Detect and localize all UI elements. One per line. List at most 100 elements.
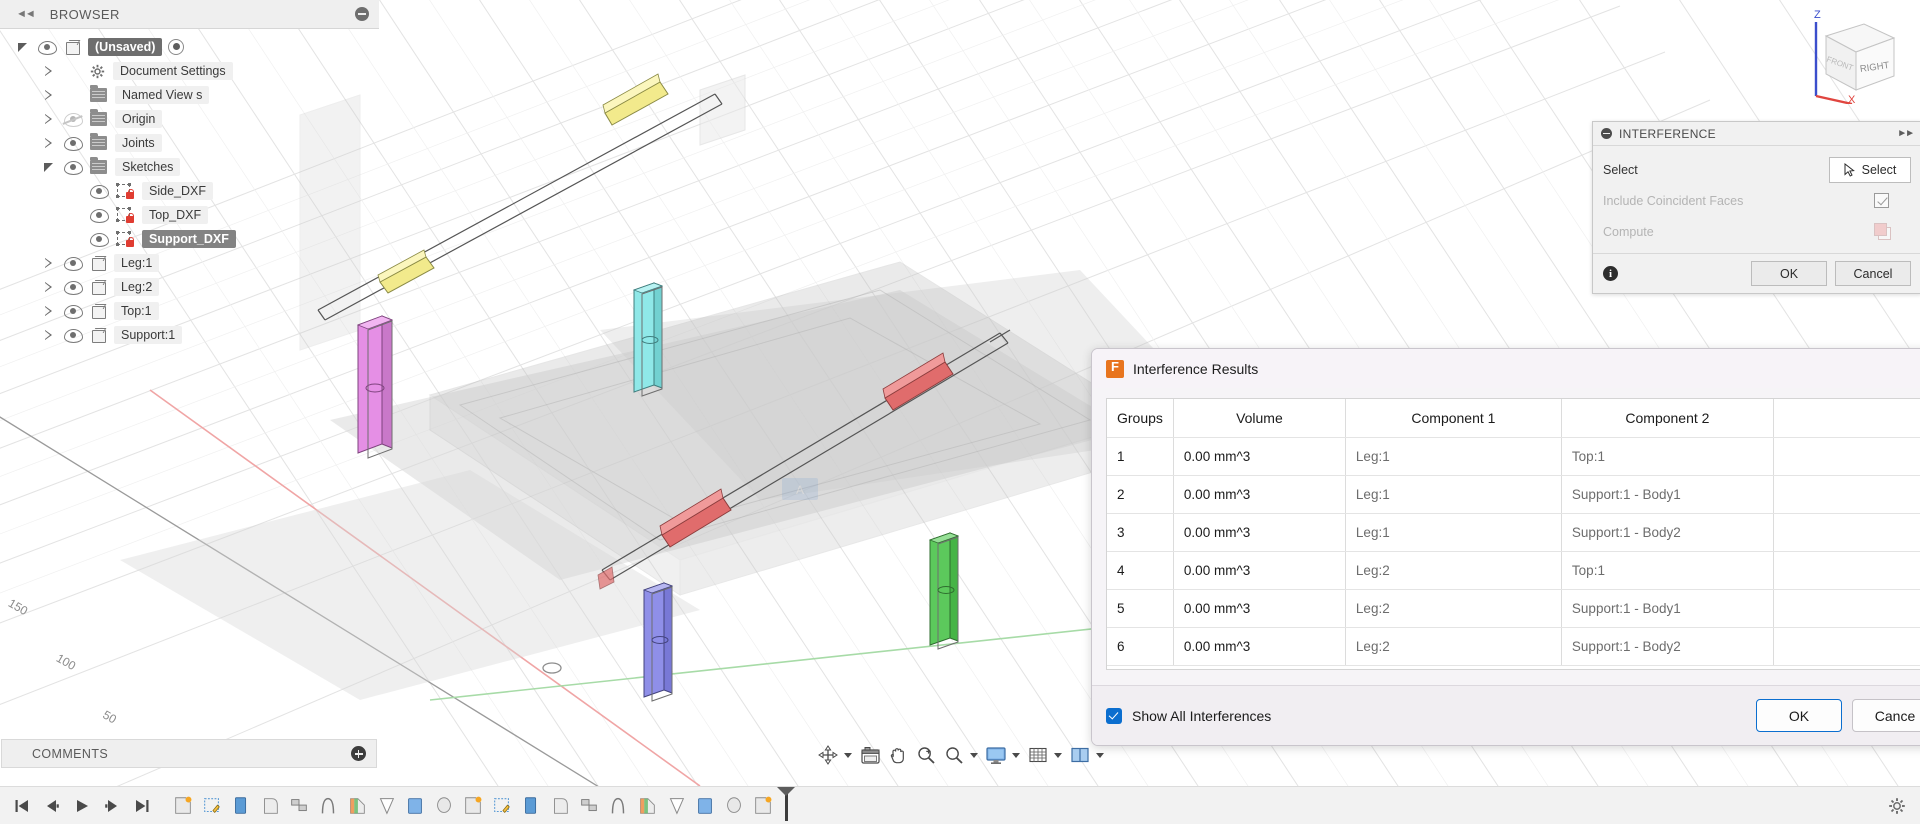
visibility-eye-icon[interactable] — [63, 328, 83, 343]
visibility-eye-icon[interactable] — [89, 232, 109, 247]
browser-tree-item-origin[interactable]: Origin — [0, 107, 379, 131]
view-cube[interactable]: Z X RIGHT FRONT — [1790, 4, 1910, 106]
browser-tree-item-sketches[interactable]: Sketches — [0, 155, 379, 179]
results-cancel-button[interactable]: Cance — [1852, 699, 1920, 732]
minus-circle-icon[interactable] — [355, 7, 369, 21]
timeline-feature-item[interactable] — [462, 795, 484, 817]
timeline-feature-item[interactable] — [201, 795, 223, 817]
browser-tree-item-top-1[interactable]: Top:1 — [0, 299, 379, 323]
timeline-feature-item[interactable] — [752, 795, 774, 817]
browser-tree-item-side-dxf[interactable]: Side_DXF — [0, 179, 379, 203]
timeline-feature-item[interactable] — [288, 795, 310, 817]
interference-cancel-button[interactable]: Cancel — [1835, 261, 1911, 286]
visibility-eye-hidden-icon[interactable] — [62, 112, 83, 127]
expand-twisty-icon[interactable] — [44, 137, 53, 149]
timeline-feature-item[interactable] — [404, 795, 426, 817]
expand-twisty-icon[interactable] — [44, 305, 53, 317]
results-table-row[interactable]: 6 0.00 mm^3 Leg:2 Support:1 - Body2 — [1107, 627, 1920, 666]
expand-twisty-icon[interactable] — [44, 89, 53, 101]
results-table-row[interactable]: 3 0.00 mm^3 Leg:1 Support:1 - Body2 — [1107, 513, 1920, 552]
step-back-icon[interactable] — [44, 798, 60, 814]
go-to-beginning-icon[interactable] — [14, 798, 30, 814]
timeline-feature-item[interactable] — [433, 795, 455, 817]
visibility-eye-icon[interactable] — [89, 184, 109, 199]
timeline-features[interactable] — [172, 786, 795, 821]
browser-tree-item-document-settings[interactable]: Document Settings — [0, 59, 379, 83]
orbit-caret-icon[interactable] — [844, 752, 852, 758]
timeline-feature-item[interactable] — [259, 795, 281, 817]
visibility-eye-icon[interactable] — [63, 160, 83, 175]
browser-tree-item-leg-1[interactable]: Leg:1 — [0, 251, 379, 275]
timeline-feature-item[interactable] — [694, 795, 716, 817]
timeline-feature-item[interactable] — [375, 795, 397, 817]
pan-hand-icon[interactable] — [885, 741, 911, 769]
info-icon[interactable]: i — [1603, 266, 1618, 281]
results-table-container[interactable]: Groups Volume Component 1 Component 2 10… — [1106, 398, 1920, 670]
browser-tree-item-unsaved[interactable]: (Unsaved) — [0, 35, 379, 59]
timeline-settings-gear-icon[interactable] — [1888, 797, 1906, 815]
interference-ok-button[interactable]: OK — [1751, 261, 1827, 286]
timeline-feature-item[interactable] — [723, 795, 745, 817]
zoom-window-icon[interactable] — [941, 741, 967, 769]
double-left-chevron-icon[interactable]: ◄◄ — [16, 8, 36, 20]
double-right-chevron-icon[interactable]: ►► — [1897, 128, 1915, 139]
timeline-feature-item[interactable] — [346, 795, 368, 817]
results-table-row[interactable]: 1 0.00 mm^3 Leg:1 Top:1 — [1107, 437, 1920, 476]
browser-tree-item-named-view-s[interactable]: Named View s — [0, 83, 379, 107]
timeline-feature-item[interactable] — [636, 795, 658, 817]
collapse-twisty-icon[interactable] — [18, 42, 29, 53]
visibility-eye-icon[interactable] — [89, 208, 109, 223]
column-header-component1[interactable]: Component 1 — [1345, 399, 1562, 438]
comments-bar[interactable]: COMMENTS — [1, 739, 377, 768]
browser-tree-item-joints[interactable]: Joints — [0, 131, 379, 155]
visibility-eye-icon[interactable] — [63, 280, 83, 295]
grid-snaps-caret-icon[interactable] — [1054, 752, 1062, 758]
look-at-icon[interactable] — [857, 741, 883, 769]
browser-tree-item-support-dxf[interactable]: Support_DXF — [0, 227, 379, 251]
visibility-eye-icon[interactable] — [63, 256, 83, 271]
orbit-icon[interactable] — [815, 741, 841, 769]
step-forward-icon[interactable] — [104, 798, 120, 814]
viewports-icon[interactable] — [1067, 741, 1093, 769]
minus-circle-icon[interactable] — [1601, 128, 1612, 139]
select-button[interactable]: Select — [1829, 156, 1911, 183]
column-header-volume[interactable]: Volume — [1173, 399, 1346, 438]
zoom-in-icon[interactable] — [913, 741, 939, 769]
results-ok-button[interactable]: OK — [1756, 699, 1842, 732]
results-table-row[interactable]: 2 0.00 mm^3 Leg:1 Support:1 - Body1 — [1107, 475, 1920, 514]
browser-tree-item-support-1[interactable]: Support:1 — [0, 323, 379, 347]
timeline-feature-item[interactable] — [607, 795, 629, 817]
expand-twisty-icon[interactable] — [44, 281, 53, 293]
expand-twisty-icon[interactable] — [44, 65, 53, 77]
play-icon[interactable] — [74, 798, 90, 814]
timeline-feature-item[interactable] — [520, 795, 542, 817]
expand-twisty-icon[interactable] — [44, 329, 53, 341]
timeline-feature-item[interactable] — [172, 795, 194, 817]
zoom-window-caret-icon[interactable] — [970, 752, 978, 758]
timeline-end-marker[interactable] — [777, 786, 795, 821]
show-all-interferences-checkbox[interactable] — [1106, 707, 1122, 724]
visibility-eye-icon[interactable] — [63, 304, 83, 319]
collapse-twisty-icon[interactable] — [44, 162, 55, 173]
column-header-component2[interactable]: Component 2 — [1561, 399, 1774, 438]
visibility-eye-icon[interactable] — [63, 136, 83, 151]
timeline-feature-item[interactable] — [665, 795, 687, 817]
browser-tree-item-top-dxf[interactable]: Top_DXF — [0, 203, 379, 227]
column-header-groups[interactable]: Groups — [1107, 399, 1174, 438]
display-settings-icon[interactable] — [983, 741, 1009, 769]
activate-component-radio[interactable] — [168, 39, 185, 55]
timeline-feature-item[interactable] — [491, 795, 513, 817]
timeline-feature-item[interactable] — [230, 795, 252, 817]
expand-twisty-icon[interactable] — [44, 257, 53, 269]
results-table-row[interactable]: 5 0.00 mm^3 Leg:2 Support:1 - Body1 — [1107, 589, 1920, 628]
results-table-row[interactable]: 4 0.00 mm^3 Leg:2 Top:1 — [1107, 551, 1920, 590]
grid-snaps-icon[interactable] — [1025, 741, 1051, 769]
go-to-end-icon[interactable] — [134, 798, 150, 814]
viewports-caret-icon[interactable] — [1096, 752, 1104, 758]
timeline-feature-item[interactable] — [578, 795, 600, 817]
timeline-feature-item[interactable] — [317, 795, 339, 817]
display-settings-caret-icon[interactable] — [1012, 752, 1020, 758]
browser-tree-item-leg-2[interactable]: Leg:2 — [0, 275, 379, 299]
plus-circle-icon[interactable] — [351, 746, 366, 761]
visibility-eye-icon[interactable] — [37, 40, 57, 55]
